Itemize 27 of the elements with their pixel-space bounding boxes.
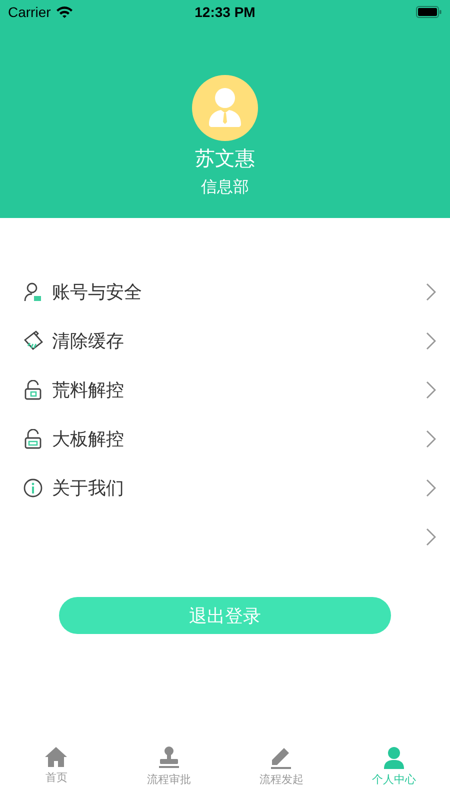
menu-item[interactable]: 清除缓存 (0, 316, 450, 365)
menu-item[interactable]: 荒料解控 (0, 365, 450, 414)
chevron-icon (426, 282, 436, 300)
lock-icon (24, 428, 42, 448)
battery-icon (416, 6, 442, 18)
menu-item[interactable]: 大板解控 (0, 414, 450, 463)
info-icon (23, 478, 43, 498)
carrier-label: Carrier (8, 4, 51, 20)
chevron-icon (426, 380, 436, 398)
clock: 12:33 PM (194, 4, 256, 20)
broom-icon (22, 330, 44, 352)
wifi-icon (56, 6, 73, 18)
user-icon (24, 282, 42, 302)
user-name: 苏文惠 (195, 145, 255, 172)
chevron-icon (426, 430, 436, 448)
chevron-icon (426, 332, 436, 350)
avatar-icon[interactable] (192, 75, 258, 141)
person-icon (382, 746, 405, 770)
stamp-icon (158, 746, 180, 770)
chevron-icon (426, 478, 436, 496)
chevron-icon (426, 528, 436, 546)
home-icon (44, 746, 68, 768)
pencil-icon (270, 746, 292, 770)
menu-item[interactable]: 关于我们 (0, 463, 450, 512)
menu-item[interactable]: 账号与安全 (0, 267, 450, 316)
department-label: 信息部 (201, 176, 249, 198)
lock-icon (24, 380, 42, 400)
